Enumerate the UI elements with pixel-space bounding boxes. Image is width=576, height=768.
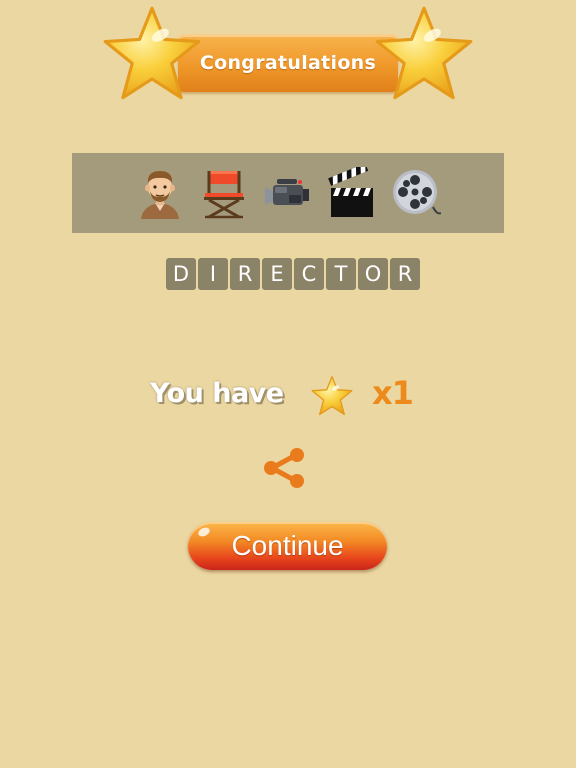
answer-letter-tile: O [358,258,388,290]
button-shine [196,525,212,539]
reward-label: You have [150,378,284,409]
answer-letter-tile: I [198,258,228,290]
star-icon [311,375,353,416]
reward-multiplier: x1 [372,374,414,412]
continue-button-label: Continue [231,530,344,561]
clapperboard-icon [328,167,373,217]
man-face-icon [141,171,179,219]
clue-images-strip [72,153,504,233]
answer-letter-tile: T [326,258,356,290]
directors-chair-icon [204,171,244,219]
reward-row: You have x1 [150,372,430,420]
continue-button[interactable]: Continue [188,522,387,570]
share-icon[interactable] [260,444,308,492]
answer-letter-tile: E [262,258,292,290]
answer-letter-tile: R [390,258,420,290]
answer-letter-tile: R [230,258,260,290]
banner-ribbon: Congratulations [178,34,398,92]
star-icon [375,6,473,100]
answer-letter-tile: C [294,258,324,290]
congratulations-banner: Congratulations [100,2,476,106]
video-camera-icon [265,179,309,205]
banner-title: Congratulations [199,52,377,74]
star-icon [103,6,201,100]
answer-word: D I R E C T O R [166,258,420,290]
film-reel-icon [393,170,441,215]
answer-letter-tile: D [166,258,196,290]
